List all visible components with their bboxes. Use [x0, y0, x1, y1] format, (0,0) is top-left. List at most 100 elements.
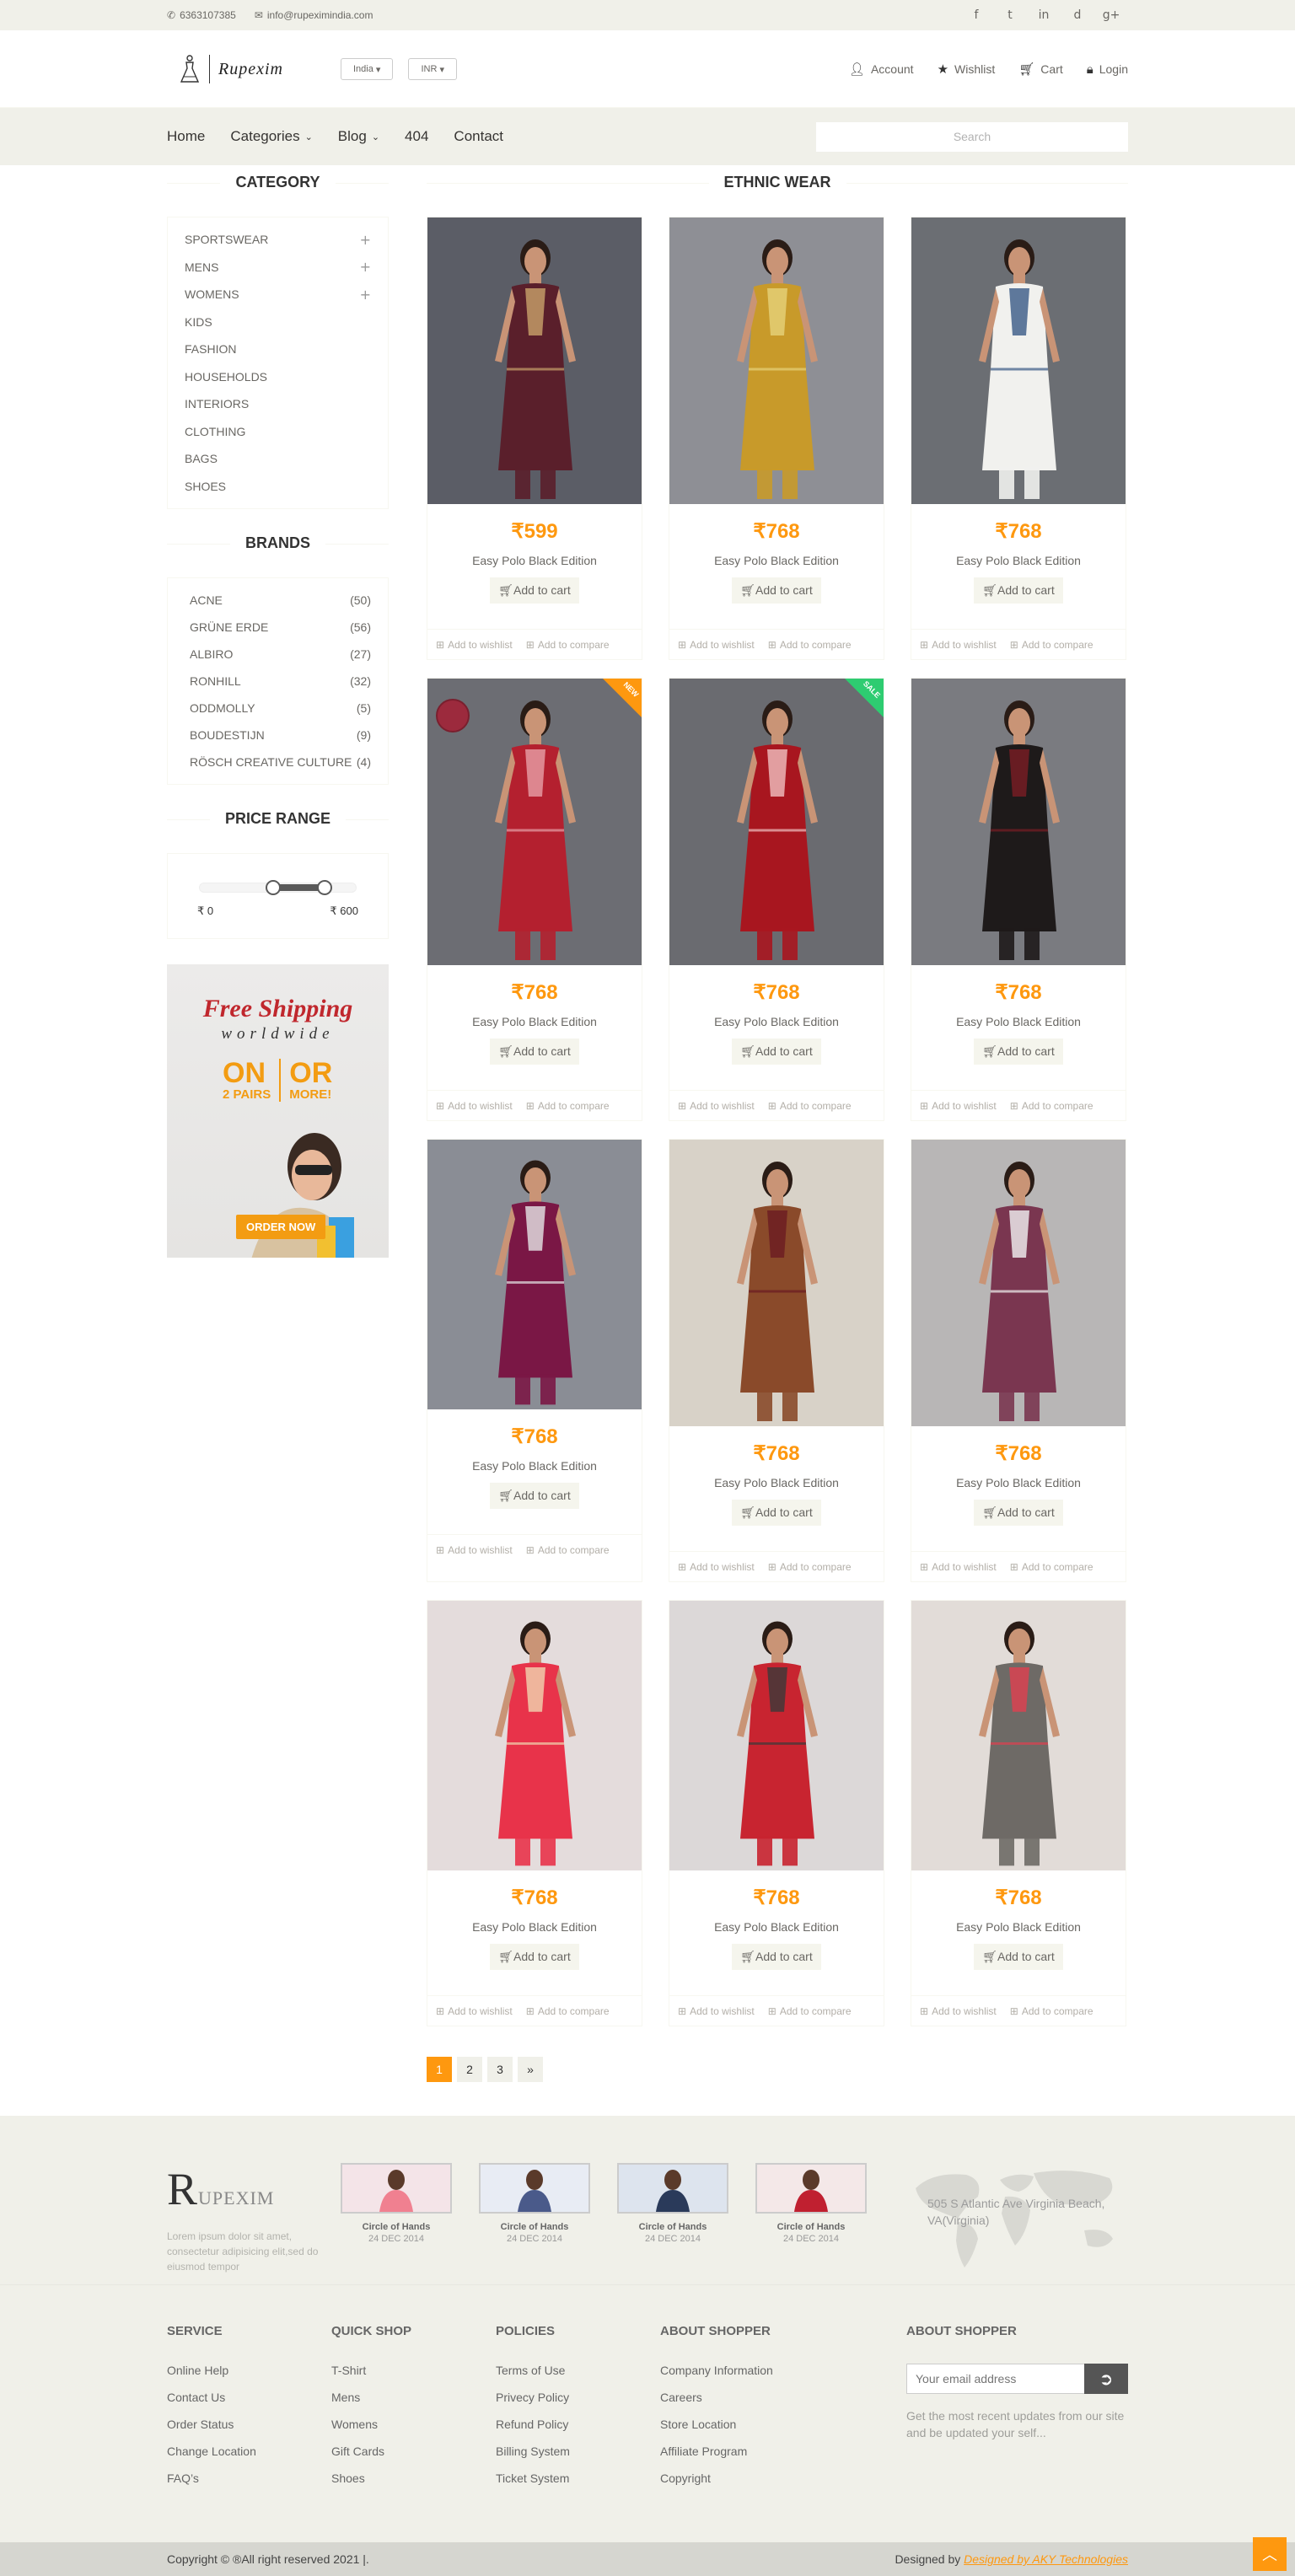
add-to-wishlist-link[interactable]: ⊞Add to wishlist — [920, 1100, 997, 1112]
brand-item[interactable]: RÖSCH CREATIVE CULTURE(4) — [185, 749, 371, 775]
add-to-cart-button[interactable]: 🛒︎Add to cart — [974, 1944, 1062, 1970]
logo[interactable]: Rupexim — [167, 55, 327, 83]
email-info[interactable]: ✉info@rupeximindia.com — [255, 9, 373, 21]
pagination-page[interactable]: 2 — [457, 2057, 482, 2082]
product-name[interactable]: Easy Polo Black Edition — [911, 1015, 1126, 1028]
footer-link[interactable]: Online Help — [167, 2364, 331, 2391]
add-to-wishlist-link[interactable]: ⊞Add to wishlist — [920, 639, 997, 651]
category-item[interactable]: WOMENS+ — [185, 281, 371, 309]
category-item[interactable]: BAGS — [185, 445, 371, 473]
product-image[interactable] — [911, 217, 1126, 504]
footer-link[interactable]: Terms of Use — [496, 2364, 660, 2391]
add-to-compare-link[interactable]: ⊞Add to compare — [1010, 1561, 1093, 1573]
scroll-up-button[interactable]: ︿ — [1253, 2537, 1287, 2571]
product-image[interactable] — [669, 1140, 884, 1426]
add-to-cart-button[interactable]: 🛒︎Add to cart — [732, 1944, 820, 1970]
add-to-compare-link[interactable]: ⊞Add to compare — [768, 1100, 852, 1112]
product-name[interactable]: Easy Polo Black Edition — [911, 554, 1126, 567]
footer-link[interactable]: Order Status — [167, 2418, 331, 2445]
brand-item[interactable]: RONHILL(32) — [185, 668, 371, 695]
footer-link[interactable]: Change Location — [167, 2445, 331, 2471]
add-to-wishlist-link[interactable]: ⊞Add to wishlist — [678, 1561, 755, 1573]
add-to-compare-link[interactable]: ⊞Add to compare — [526, 639, 610, 651]
footer-link[interactable]: Womens — [331, 2418, 496, 2445]
category-item[interactable]: HOUSEHOLDS — [185, 363, 371, 391]
product-image[interactable]: NEW — [427, 679, 642, 965]
add-to-wishlist-link[interactable]: ⊞Add to wishlist — [920, 1561, 997, 1573]
product-name[interactable]: Easy Polo Black Edition — [427, 554, 642, 567]
product-name[interactable]: Easy Polo Black Edition — [427, 1015, 642, 1028]
product-image[interactable] — [427, 1140, 642, 1409]
footer-link[interactable]: Contact Us — [167, 2391, 331, 2418]
add-to-cart-button[interactable]: 🛒︎Add to cart — [974, 577, 1062, 604]
price-slider-max-handle[interactable] — [317, 880, 332, 895]
category-item[interactable]: INTERIORS — [185, 390, 371, 418]
shipping-ad-banner[interactable]: Free Shipping worldwide ON2 PAIRS ORMORE… — [167, 964, 389, 1258]
order-now-button[interactable]: ORDER NOW — [236, 1215, 325, 1239]
footer-video-item[interactable]: Circle of Hands24 DEC 2014 — [479, 2163, 590, 2244]
product-name[interactable]: Easy Polo Black Edition — [669, 1920, 884, 1934]
footer-link[interactable]: Mens — [331, 2391, 496, 2418]
add-to-compare-link[interactable]: ⊞Add to compare — [526, 1544, 610, 1556]
footer-link[interactable]: Company Information — [660, 2364, 825, 2391]
add-to-wishlist-link[interactable]: ⊞Add to wishlist — [436, 639, 513, 651]
category-item[interactable]: MENS+ — [185, 254, 371, 282]
footer-link[interactable]: T-Shirt — [331, 2364, 496, 2391]
add-to-wishlist-link[interactable]: ⊞Add to wishlist — [678, 1100, 755, 1112]
dribbble-icon[interactable]: d — [1061, 0, 1094, 30]
add-to-cart-button[interactable]: 🛒︎Add to cart — [490, 1483, 578, 1509]
add-to-cart-button[interactable]: 🛒︎Add to cart — [490, 1038, 578, 1065]
add-to-wishlist-link[interactable]: ⊞Add to wishlist — [678, 639, 755, 651]
add-to-cart-button[interactable]: 🛒︎Add to cart — [732, 1038, 820, 1065]
country-select[interactable]: India ▾ — [341, 58, 393, 80]
footer-link[interactable]: Refund Policy — [496, 2418, 660, 2445]
add-to-cart-button[interactable]: 🛒︎Add to cart — [490, 577, 578, 604]
add-to-wishlist-link[interactable]: ⊞Add to wishlist — [436, 2005, 513, 2017]
menu-categories[interactable]: Categories⌄ — [230, 128, 312, 145]
brand-item[interactable]: ODDMOLLY(5) — [185, 695, 371, 722]
footer-link[interactable]: Billing System — [496, 2445, 660, 2471]
currency-select[interactable]: INR ▾ — [408, 58, 457, 80]
footer-video-item[interactable]: Circle of Hands24 DEC 2014 — [617, 2163, 728, 2244]
footer-link[interactable]: Copyright — [660, 2471, 825, 2498]
google-plus-icon[interactable]: g+ — [1094, 0, 1128, 30]
add-to-cart-button[interactable]: 🛒︎Add to cart — [974, 1038, 1062, 1065]
plus-icon[interactable]: + — [360, 259, 371, 275]
add-to-compare-link[interactable]: ⊞Add to compare — [526, 1100, 610, 1112]
category-item[interactable]: FASHION — [185, 335, 371, 363]
menu-contact[interactable]: Contact — [454, 128, 503, 145]
footer-video-item[interactable]: Circle of Hands24 DEC 2014 — [755, 2163, 867, 2244]
twitter-icon[interactable]: t — [993, 0, 1027, 30]
add-to-cart-button[interactable]: 🛒︎Add to cart — [732, 1500, 820, 1526]
product-name[interactable]: Easy Polo Black Edition — [669, 1015, 884, 1028]
pagination-page[interactable]: 1 — [427, 2057, 452, 2082]
add-to-compare-link[interactable]: ⊞Add to compare — [1010, 1100, 1093, 1112]
product-name[interactable]: Easy Polo Black Edition — [669, 1476, 884, 1489]
footer-link[interactable]: Careers — [660, 2391, 825, 2418]
product-image[interactable] — [427, 1601, 642, 1870]
product-name[interactable]: Easy Polo Black Edition — [427, 1459, 642, 1473]
footer-link[interactable]: Affiliate Program — [660, 2445, 825, 2471]
add-to-cart-button[interactable]: 🛒︎Add to cart — [732, 577, 820, 604]
plus-icon[interactable]: + — [360, 232, 371, 248]
newsletter-submit-button[interactable]: ➲ — [1084, 2364, 1128, 2394]
category-item[interactable]: SHOES — [185, 473, 371, 501]
category-item[interactable]: SPORTSWEAR+ — [185, 226, 371, 254]
price-slider-min-handle[interactable] — [266, 880, 281, 895]
newsletter-email-input[interactable] — [906, 2364, 1084, 2394]
add-to-compare-link[interactable]: ⊞Add to compare — [768, 639, 852, 651]
menu-404[interactable]: 404 — [405, 128, 428, 145]
category-item[interactable]: KIDS — [185, 309, 371, 336]
product-name[interactable]: Easy Polo Black Edition — [669, 554, 884, 567]
footer-link[interactable]: Privecy Policy — [496, 2391, 660, 2418]
product-image[interactable] — [669, 217, 884, 504]
pagination-page[interactable]: 3 — [487, 2057, 513, 2082]
product-name[interactable]: Easy Polo Black Edition — [911, 1920, 1126, 1934]
brand-item[interactable]: ACNE(50) — [185, 587, 371, 614]
footer-link[interactable]: Store Location — [660, 2418, 825, 2445]
cart-link[interactable]: 🛒︎Cart — [1018, 62, 1063, 77]
linkedin-icon[interactable]: in — [1027, 0, 1061, 30]
category-item[interactable]: CLOTHING — [185, 418, 371, 446]
footer-link[interactable]: Ticket System — [496, 2471, 660, 2498]
add-to-compare-link[interactable]: ⊞Add to compare — [768, 2005, 852, 2017]
